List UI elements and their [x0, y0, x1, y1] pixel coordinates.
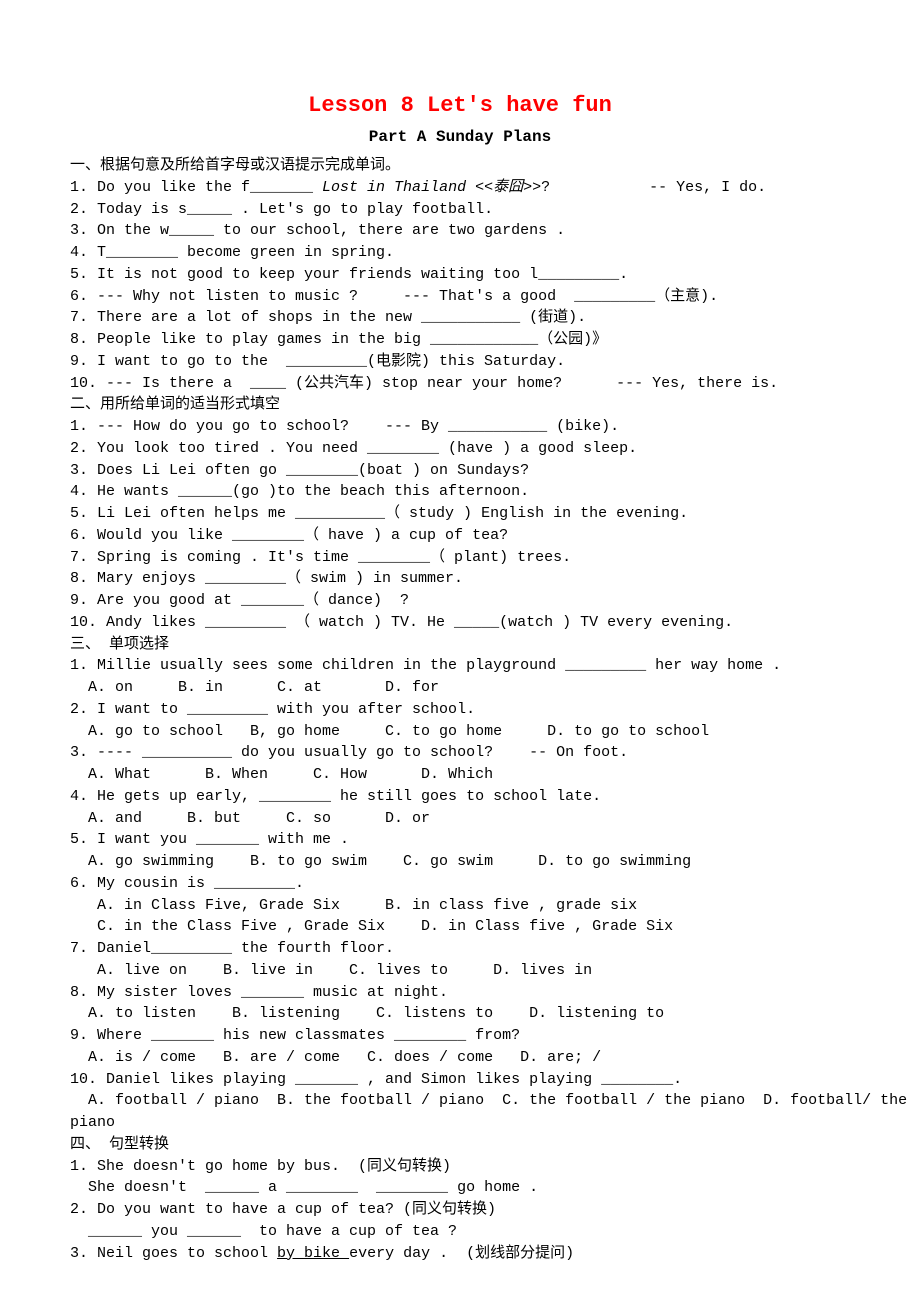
s4-q3: 3. Neil goes to school by bike every day…: [70, 1243, 850, 1265]
section4-heading: 四、 句型转换: [70, 1134, 850, 1156]
s3-q8: 8. My sister loves _______ music at nigh…: [70, 982, 850, 1004]
s1-q1: 1. Do you like the f_______ Lost in Thai…: [70, 177, 850, 199]
s4-q2: 2. Do you want to have a cup of tea? (同义…: [70, 1199, 850, 1221]
section3-heading: 三、 单项选择: [70, 634, 850, 656]
s2-q6: 6. Would you like ________（ have ) a cup…: [70, 525, 850, 547]
s3-q10: 10. Daniel likes playing _______ , and S…: [70, 1069, 850, 1091]
s2-q10: 10. Andy likes _________ （ watch ) TV. H…: [70, 612, 850, 634]
s3-q1-options: A. on B. in C. at D. for: [70, 677, 850, 699]
s3-q6-options2: C. in the Class Five , Grade Six D. in C…: [70, 916, 850, 938]
s3-q7: 7. Daniel_________ the fourth floor.: [70, 938, 850, 960]
s2-q3: 3. Does Li Lei often go ________(boat ) …: [70, 460, 850, 482]
s2-q9: 9. Are you good at _______（ dance) ?: [70, 590, 850, 612]
s3-q10-options2: piano: [70, 1112, 850, 1134]
s3-q9-options: A. is / come B. are / come C. does / com…: [70, 1047, 850, 1069]
s3-q10-options1: A. football / piano B. the football / pi…: [70, 1090, 850, 1112]
s3-q4: 4. He gets up early, ________ he still g…: [70, 786, 850, 808]
s3-q3-options: A. What B. When C. How D. Which: [70, 764, 850, 786]
s3-q2: 2. I want to _________ with you after sc…: [70, 699, 850, 721]
s3-q6: 6. My cousin is _________.: [70, 873, 850, 895]
s3-q9: 9. Where _______ his new classmates ____…: [70, 1025, 850, 1047]
s2-q4: 4. He wants ______(go )to the beach this…: [70, 481, 850, 503]
s2-q2: 2. You look too tired . You need _______…: [70, 438, 850, 460]
s1-q2: 2. Today is s_____ . Let's go to play fo…: [70, 199, 850, 221]
s1-q5: 5. It is not good to keep your friends w…: [70, 264, 850, 286]
s4-q2b: ______ you ______ to have a cup of tea ?: [70, 1221, 850, 1243]
s3-q8-options: A. to listen B. listening C. listens to …: [70, 1003, 850, 1025]
s1-q9: 9. I want to go to the _________(电影院) th…: [70, 351, 850, 373]
s1-q7: 7. There are a lot of shops in the new _…: [70, 307, 850, 329]
s3-q1: 1. Millie usually sees some children in …: [70, 655, 850, 677]
s1-q6: 6. --- Why not listen to music ? --- Tha…: [70, 286, 850, 308]
s1-q8: 8. People like to play games in the big …: [70, 329, 850, 351]
s1-q3: 3. On the w_____ to our school, there ar…: [70, 220, 850, 242]
s2-q5: 5. Li Lei often helps me __________（ stu…: [70, 503, 850, 525]
s4-q1: 1. She doesn't go home by bus. (同义句转换): [70, 1156, 850, 1178]
s3-q2-options: A. go to school B, go home C. to go home…: [70, 721, 850, 743]
s3-q5: 5. I want you _______ with me .: [70, 829, 850, 851]
s3-q5-options: A. go swimming B. to go swim C. go swim …: [70, 851, 850, 873]
s4-q1b: She doesn't ______ a ________ ________ g…: [70, 1177, 850, 1199]
section1-heading: 一、根据句意及所给首字母或汉语提示完成单词。: [70, 155, 850, 177]
s2-q1: 1. --- How do you go to school? --- By _…: [70, 416, 850, 438]
s2-q7: 7. Spring is coming . It's time ________…: [70, 547, 850, 569]
s2-q8: 8. Mary enjoys _________（ swim ) in summ…: [70, 568, 850, 590]
s3-q6-options1: A. in Class Five, Grade Six B. in class …: [70, 895, 850, 917]
s3-q4-options: A. and B. but C. so D. or: [70, 808, 850, 830]
section2-heading: 二、用所给单词的适当形式填空: [70, 394, 850, 416]
lesson-subtitle: Part A Sunday Plans: [70, 126, 850, 149]
s1-q4: 4. T________ become green in spring.: [70, 242, 850, 264]
lesson-title: Lesson 8 Let's have fun: [70, 90, 850, 122]
s3-q3: 3. ---- __________ do you usually go to …: [70, 742, 850, 764]
s3-q7-options: A. live on B. live in C. lives to D. liv…: [70, 960, 850, 982]
s1-q10: 10. --- Is there a ____ (公共汽车) stop near…: [70, 373, 850, 395]
